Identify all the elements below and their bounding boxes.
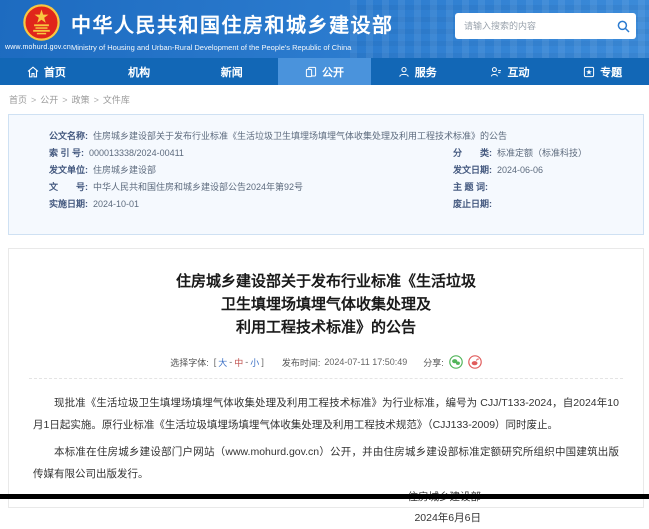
meta-label: 文 号:: [49, 179, 88, 196]
meta-label: 废止日期:: [453, 196, 492, 213]
person-chat-icon: [490, 66, 502, 78]
weibo-share-icon[interactable]: [468, 355, 482, 369]
search-input[interactable]: [455, 21, 610, 31]
signature-date: 2024年6月6日: [9, 508, 481, 529]
nav-item-label: 首页: [44, 64, 66, 80]
site-url: www.mohurd.gov.cn: [5, 44, 71, 51]
national-emblem-icon: [23, 4, 60, 41]
screenshot-bottom-edge: [0, 494, 649, 499]
meta-label: 分 类:: [453, 145, 492, 162]
article-title-line: 利用工程技术标准》的公告: [236, 319, 416, 336]
meta-value: 住房城乡建设部: [93, 162, 156, 179]
meta-label: 公文名称:: [49, 128, 88, 145]
meta-row: 索 引 号: 000013338/2024-00411 分 类: 标准定额（标准科技…: [49, 145, 629, 162]
breadcrumb-separator: >: [31, 95, 36, 105]
home-icon: [27, 66, 39, 78]
main-nav: 首页 机构 新闻 公开 服务 互动: [0, 58, 649, 85]
breadcrumb-home[interactable]: 首页: [9, 95, 27, 105]
meta-row: 文 号: 中华人民共和国住房和城乡建设部公告2024年第92号 主 题 词:: [49, 179, 629, 196]
nav-item-news[interactable]: 新闻: [185, 58, 278, 85]
article-paragraph-1: 现批准《生活垃圾卫生填埋场填埋气体收集处理及利用工程技术标准》为行业标准，编号为…: [33, 392, 619, 436]
dash: -: [229, 357, 232, 367]
nav-item-interaction[interactable]: 互动: [464, 58, 557, 85]
nav-item-topics[interactable]: 专题: [556, 58, 649, 85]
document-icon: [305, 66, 317, 78]
site-identity: 中华人民共和国住房和城乡建设部 Ministry of Housing and …: [71, 9, 394, 52]
publish-time-label: 发布时间:: [282, 356, 321, 369]
bracket-open: [: [214, 357, 217, 367]
nav-item-label: 公开: [322, 64, 344, 80]
font-size-large-button[interactable]: 大: [218, 356, 227, 369]
wechat-share-icon[interactable]: [449, 355, 463, 369]
article-title-line: 住房城乡建设部关于发布行业标准《生活垃圾: [176, 273, 476, 290]
article-title-line: 卫生填埋场填埋气体收集处理及: [221, 296, 431, 313]
nav-item-label: 服务: [415, 64, 437, 80]
meta-label: 发文单位:: [49, 162, 88, 179]
meta-value: 2024-06-06: [497, 162, 543, 179]
article-toolbar: 选择字体: [ 大 - 中 - 小 ] 发布时间: 2024-07-11 17:…: [9, 355, 643, 369]
font-size-label: 选择字体:: [170, 356, 209, 369]
nav-item-label: 新闻: [221, 64, 243, 80]
bracket-close: ]: [261, 357, 264, 367]
dash: -: [245, 357, 248, 367]
nav-item-disclosure[interactable]: 公开: [278, 58, 371, 85]
nav-item-services[interactable]: 服务: [371, 58, 464, 85]
meta-label: 实施日期:: [49, 196, 88, 213]
meta-label: 发文日期:: [453, 162, 492, 179]
site-header: www.mohurd.gov.cn 中华人民共和国住房和城乡建设部 Minist…: [0, 0, 649, 58]
search-box: [455, 13, 636, 39]
nav-item-label: 专题: [600, 64, 622, 80]
meta-label: 索 引 号:: [49, 145, 84, 162]
nav-item-label: 互动: [507, 64, 529, 80]
nav-item-label: 机构: [128, 64, 150, 80]
meta-label: 主 题 词:: [453, 179, 488, 196]
article-panel: 住房城乡建设部关于发布行业标准《生活垃圾 卫生填埋场填埋气体收集处理及 利用工程…: [8, 248, 644, 508]
page: www.mohurd.gov.cn 中华人民共和国住房和城乡建设部 Minist…: [0, 0, 649, 106]
share-label: 分享:: [423, 356, 444, 369]
site-title: 中华人民共和国住房和城乡建设部: [71, 9, 394, 38]
star-square-icon: [583, 66, 595, 78]
person-icon: [398, 66, 410, 78]
title-divider: [29, 378, 623, 379]
meta-value: 中华人民共和国住房和城乡建设部公告2024年第92号: [93, 179, 303, 196]
publish-time: 2024-07-11 17:50:49: [324, 357, 407, 367]
site-subtitle: Ministry of Housing and Urban-Rural Deve…: [71, 43, 394, 52]
article-paragraph-2: 本标准在住房城乡建设部门户网站（www.mohurd.gov.cn）公开，并由住…: [33, 441, 619, 485]
meta-row: 实施日期: 2024-10-01 废止日期:: [49, 196, 629, 213]
nav-item-home[interactable]: 首页: [0, 58, 93, 85]
meta-value: 标准定额（标准科技）: [497, 145, 587, 162]
meta-value: 住房城乡建设部关于发布行业标准《生活垃圾卫生填埋场填埋气体收集处理及利用工程技术…: [93, 128, 507, 145]
meta-value: 000013338/2024-00411: [89, 145, 184, 162]
article-title: 住房城乡建设部关于发布行业标准《生活垃圾 卫生填埋场填埋气体收集处理及 利用工程…: [39, 270, 613, 339]
breadcrumb-current: 文件库: [103, 95, 130, 105]
breadcrumb-separator: >: [94, 95, 99, 105]
breadcrumb-separator: >: [62, 95, 67, 105]
meta-row-doc-name: 公文名称: 住房城乡建设部关于发布行业标准《生活垃圾卫生填埋场填埋气体收集处理及…: [49, 128, 629, 145]
font-size-medium-button[interactable]: 中: [234, 356, 243, 369]
doc-meta-panel: 公文名称: 住房城乡建设部关于发布行业标准《生活垃圾卫生填埋场填埋气体收集处理及…: [8, 114, 644, 235]
meta-row: 发文单位: 住房城乡建设部 发文日期: 2024-06-06: [49, 162, 629, 179]
breadcrumb: 首页 > 公开 > 政策 > 文件库: [0, 85, 649, 106]
meta-value: 2024-10-01: [93, 196, 139, 213]
nav-item-orgs[interactable]: 机构: [93, 58, 186, 85]
breadcrumb-policy[interactable]: 政策: [72, 95, 90, 105]
font-size-small-button[interactable]: 小: [250, 356, 259, 369]
search-icon[interactable]: [610, 13, 636, 39]
breadcrumb-disclosure[interactable]: 公开: [40, 95, 58, 105]
